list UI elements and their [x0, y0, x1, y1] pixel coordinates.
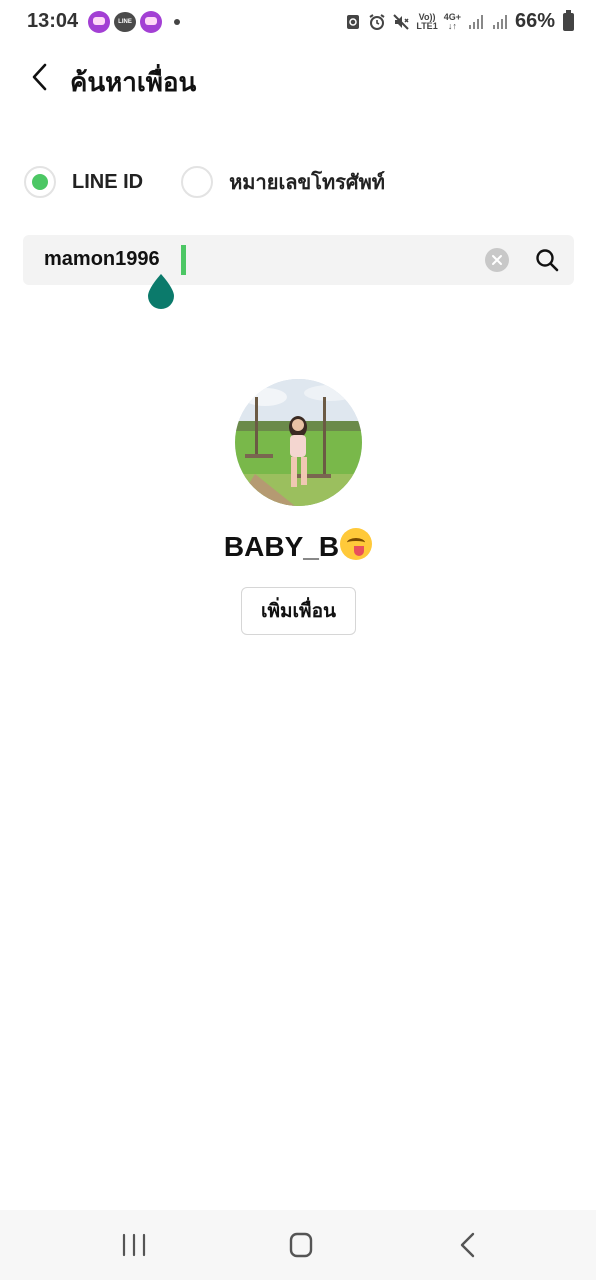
system-status-icons: Vo)) LTE1 4G+ ↓↑ 66% — [344, 9, 574, 33]
battery-percent: 66% — [514, 10, 555, 32]
home-icon[interactable] — [284, 1228, 318, 1262]
signal-icon-2 — [492, 14, 507, 29]
back-nav-icon[interactable] — [452, 1228, 486, 1262]
more-notifications-dot-icon — [174, 19, 180, 25]
radio-circle-unselected[interactable] — [181, 166, 214, 198]
clear-search-button[interactable] — [485, 248, 509, 272]
line-notification-icon: LINE — [114, 12, 136, 32]
radio-phone-number[interactable]: หมายเลขโทรศัพท์ — [181, 166, 385, 198]
chevron-left-icon — [32, 63, 47, 91]
recent-apps-icon[interactable] — [117, 1228, 151, 1262]
notification-icons: LINE — [88, 11, 180, 33]
page-title: ค้นหาเพื่อน — [70, 67, 197, 97]
profile-name: BABY_B — [0, 528, 596, 563]
add-friend-button[interactable]: เพิ่มเพื่อน — [241, 587, 356, 635]
radio-circle-selected[interactable] — [24, 166, 56, 198]
back-button[interactable] — [24, 60, 54, 94]
volte-indicator: Vo)) LTE1 — [416, 12, 438, 31]
alarm-icon — [369, 13, 385, 30]
system-navigation-bar — [0, 1210, 596, 1280]
network-label: 4G+ — [443, 11, 461, 22]
text-selection-handle[interactable] — [146, 272, 176, 310]
search-input[interactable]: mamon1996 — [44, 248, 160, 271]
header: ค้นหาเพื่อน — [0, 54, 596, 102]
lazada-notification-icon — [88, 11, 110, 33]
mute-icon — [393, 13, 410, 30]
recycle-icon — [347, 14, 360, 29]
search-icon[interactable] — [534, 247, 560, 273]
lte-label: LTE1 — [416, 20, 438, 31]
profile-name-text: BABY_B — [223, 531, 340, 562]
radio-line-id[interactable]: LINE ID — [24, 166, 143, 198]
network-type: 4G+ ↓↑ — [443, 11, 461, 31]
text-cursor — [181, 245, 186, 275]
status-bar: 13:04 LINE Vo)) LTE1 4G+ ↓↑ 66% — [0, 0, 596, 44]
radio-phone-number-label: หมายเลขโทรศัพท์ — [229, 172, 385, 194]
savoring-food-emoji-icon — [340, 528, 373, 560]
search-type-selector: LINE ID หมายเลขโทรศัพท์ — [24, 166, 385, 198]
profile-avatar[interactable] — [235, 379, 362, 506]
close-icon — [492, 255, 502, 265]
status-time: 13:04 — [27, 10, 79, 32]
signal-icon — [468, 14, 483, 29]
lazada-notification-icon-2 — [140, 11, 162, 33]
radio-line-id-label: LINE ID — [72, 170, 144, 193]
battery-icon — [563, 9, 574, 31]
radio-selected-dot — [32, 174, 48, 190]
